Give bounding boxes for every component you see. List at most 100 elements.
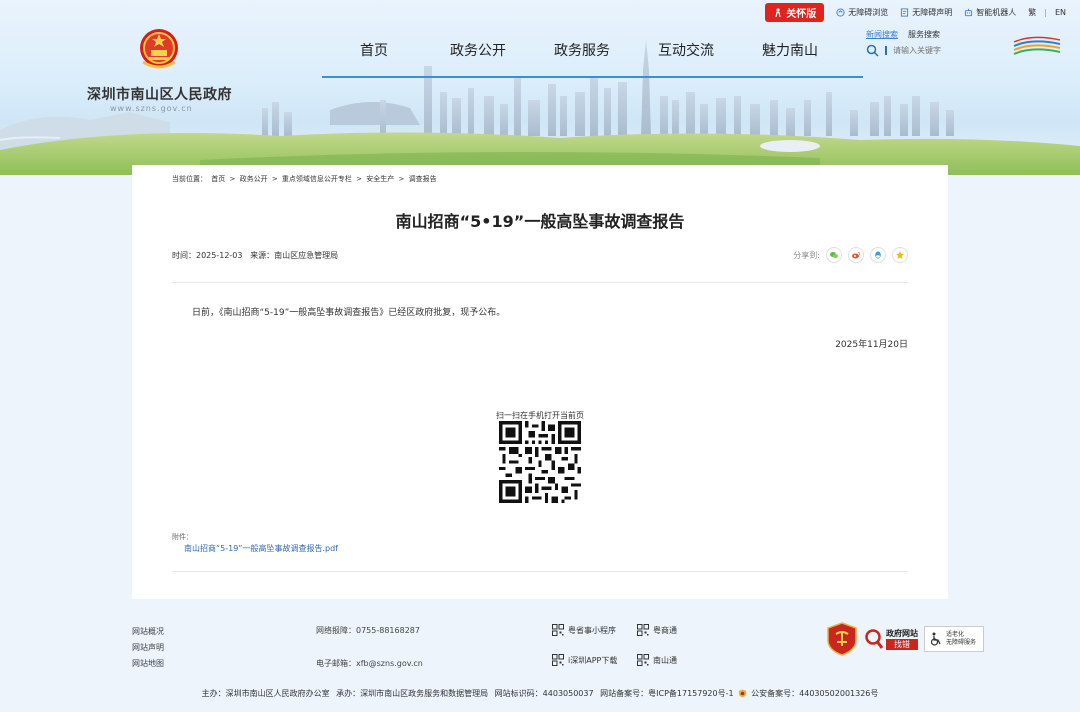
header-banner: 深圳市南山区人民政府 www.szns.gov.cn 关怀版 无障碍浏览 无障碍… — [0, 0, 1080, 175]
footer-undertake: 承办：深圳市南山区政务服务和数据管理局 — [336, 689, 489, 698]
footer-app-label: 南山通 — [653, 655, 677, 665]
qr-code-icon — [637, 624, 649, 636]
care-version-button[interactable]: 关怀版 — [765, 3, 825, 22]
breadcrumb-prefix: 当前位置： — [172, 175, 207, 183]
search-tabs: 新闻搜索 服务搜索 — [866, 29, 996, 40]
footer-app-yueshengshi[interactable]: 粤省事小程序 — [552, 624, 616, 636]
footer-police-record[interactable]: 公安备案号：44030502001326号 — [751, 689, 878, 698]
attachment-label: 附件： — [172, 533, 193, 541]
breadcrumb-separator: > — [356, 175, 363, 183]
lang-en-link[interactable]: EN — [1055, 8, 1066, 17]
article-paragraph: 日前，《南山招商“5-19”一般高坠事故调查报告》已经区政府批复，现予公布。 — [192, 308, 506, 318]
breadcrumb-separator: > — [271, 175, 278, 183]
gov-website-error-badge[interactable]: 政府网站 找错 — [864, 628, 918, 650]
site-name: 深圳市南山区人民政府 — [87, 87, 232, 103]
article-title: 南山招商“5•19”一般高坠事故调查报告 — [395, 212, 685, 231]
qr-code-icon — [637, 654, 649, 666]
footer-app-nanshantong[interactable]: 南山通 — [637, 654, 677, 666]
footer-icp[interactable]: 网站备案号：粤ICP备17157920号-1 — [600, 689, 733, 698]
accessible-statement-link[interactable]: 无障碍声明 — [900, 7, 952, 18]
qr-caption: 扫一扫在手机打开当前页 — [496, 411, 584, 420]
search-input[interactable] — [885, 46, 975, 55]
article-meta: 时间：2025-12-03 来源：南山区应急管理局 — [172, 251, 339, 260]
breadcrumb-item-key-areas[interactable]: 重点领域信息公开专栏 — [282, 175, 352, 183]
qr-code-icon — [552, 624, 564, 636]
footer-host: 主办：深圳市南山区人民政府办公室 — [201, 689, 330, 698]
nav-item-charm-nanshan[interactable]: 魅力南山 — [738, 40, 842, 64]
gov-website-badge-bottom: 找错 — [886, 639, 918, 650]
weibo-icon — [852, 251, 861, 259]
breadcrumb-separator: > — [398, 175, 405, 183]
accessible-statement-label: 无障碍声明 — [912, 8, 953, 17]
attachment-pdf-link[interactable]: 南山招商“5-19”一般高坠事故调查报告.pdf — [184, 543, 338, 554]
national-emblem-icon — [140, 29, 178, 69]
document-edit-icon — [901, 8, 909, 17]
footer-bottom-info: 主办：深圳市南山区人民政府办公室 承办：深圳市南山区政务服务和数据管理局 网站标… — [0, 688, 1080, 699]
qr-code-icon — [552, 654, 564, 666]
care-version-label: 关怀版 — [786, 9, 817, 20]
breadcrumb-separator: > — [229, 175, 236, 183]
search-area: 新闻搜索 服务搜索 — [866, 29, 996, 57]
accessible-browse-link[interactable]: 无障碍浏览 — [836, 7, 888, 18]
share-qq-button[interactable] — [870, 247, 886, 263]
shenzhen-brand-logo — [1013, 36, 1061, 55]
qq-icon — [875, 251, 881, 259]
article-divider-bottom — [172, 571, 908, 572]
accessible-badge-line2: 无障碍服务 — [946, 639, 977, 646]
robot-icon — [965, 8, 973, 17]
footer-app-yueshangtong[interactable]: 粤商通 — [637, 624, 677, 636]
breadcrumb-item-report[interactable]: 调查报告 — [409, 175, 437, 183]
star-icon — [896, 251, 904, 259]
article-panel: 当前位置： 首页 > 政务公开 > 重点领域信息公开专栏 > 安全生产 > 调查… — [132, 165, 948, 599]
share-bar: 分享到: — [793, 247, 908, 263]
search-tab-service[interactable]: 服务搜索 — [908, 29, 940, 40]
footer-report-phone: 网络报障：0755-88168287 — [316, 626, 420, 635]
breadcrumb-item-home[interactable]: 首页 — [211, 175, 225, 183]
police-badge-icon — [739, 689, 747, 698]
article-date: 2025年11月20日 — [835, 340, 908, 350]
elderly-accessible-badge[interactable]: 适老化 无障碍服务 — [924, 626, 984, 652]
smart-robot-label: 智能机器人 — [976, 8, 1017, 17]
gov-website-badge-top: 政府网站 — [886, 629, 918, 638]
page-qr-code — [499, 421, 581, 503]
accessibility-icon — [836, 8, 845, 17]
footer-app-label: i深圳APP下载 — [568, 655, 618, 665]
footer-link-overview[interactable]: 网站概况 — [132, 624, 164, 640]
breadcrumb-item-gov-open[interactable]: 政务公开 — [240, 175, 268, 183]
footer-links: 网站概况 网站声明 网站地图 — [132, 624, 164, 672]
footer-app-label: 粤省事小程序 — [568, 625, 616, 635]
footer-email: 电子邮箱：xfb@szns.gov.cn — [316, 659, 423, 668]
article-divider-top — [172, 282, 908, 283]
nav-item-interaction[interactable]: 互动交流 — [634, 40, 738, 64]
share-favorite-button[interactable] — [892, 247, 908, 263]
top-utility-bar: 关怀版 无障碍浏览 无障碍声明 智能机器人 繁 | EN — [765, 3, 1066, 22]
breadcrumb-item-safety[interactable]: 安全生产 — [366, 175, 394, 183]
wechat-icon — [830, 252, 838, 258]
nav-item-gov-services[interactable]: 政务服务 — [530, 40, 634, 64]
elderly-care-icon — [775, 7, 781, 17]
footer-link-sitemap[interactable]: 网站地图 — [132, 656, 164, 672]
accessible-browse-label: 无障碍浏览 — [848, 8, 889, 17]
breadcrumb: 当前位置： 首页 > 政务公开 > 重点领域信息公开专栏 > 安全生产 > 调查… — [172, 174, 439, 184]
share-wechat-button[interactable] — [826, 247, 842, 263]
search-icon[interactable] — [866, 44, 879, 57]
site-footer: 网站概况 网站声明 网站地图 网络报障：0755-88168287 电子邮箱：x… — [0, 600, 1080, 712]
nav-item-gov-affairs-open[interactable]: 政务公开 — [426, 40, 530, 64]
language-switch: 繁 | EN — [1028, 7, 1066, 18]
lang-traditional-link[interactable]: 繁 — [1028, 7, 1036, 18]
footer-link-statement[interactable]: 网站声明 — [132, 640, 164, 656]
accessible-badge-line1: 适老化 — [946, 631, 965, 638]
search-row — [866, 44, 996, 57]
search-tab-news[interactable]: 新闻搜索 — [866, 29, 898, 40]
smart-robot-link[interactable]: 智能机器人 — [964, 7, 1016, 18]
main-nav: 首页 政务公开 政务服务 互动交流 魅力南山 — [322, 40, 863, 78]
share-label: 分享到: — [793, 250, 820, 260]
share-weibo-button[interactable] — [848, 247, 864, 263]
footer-site-id: 网站标识码：4403050037 — [494, 689, 594, 698]
wheelchair-icon — [930, 632, 941, 646]
lang-separator: | — [1044, 8, 1047, 17]
footer-app-ishenzhen[interactable]: i深圳APP下载 — [552, 654, 617, 666]
footer-app-label: 粤商通 — [653, 625, 677, 635]
nav-item-home[interactable]: 首页 — [322, 40, 426, 64]
party-gov-badge-icon[interactable] — [826, 622, 858, 656]
